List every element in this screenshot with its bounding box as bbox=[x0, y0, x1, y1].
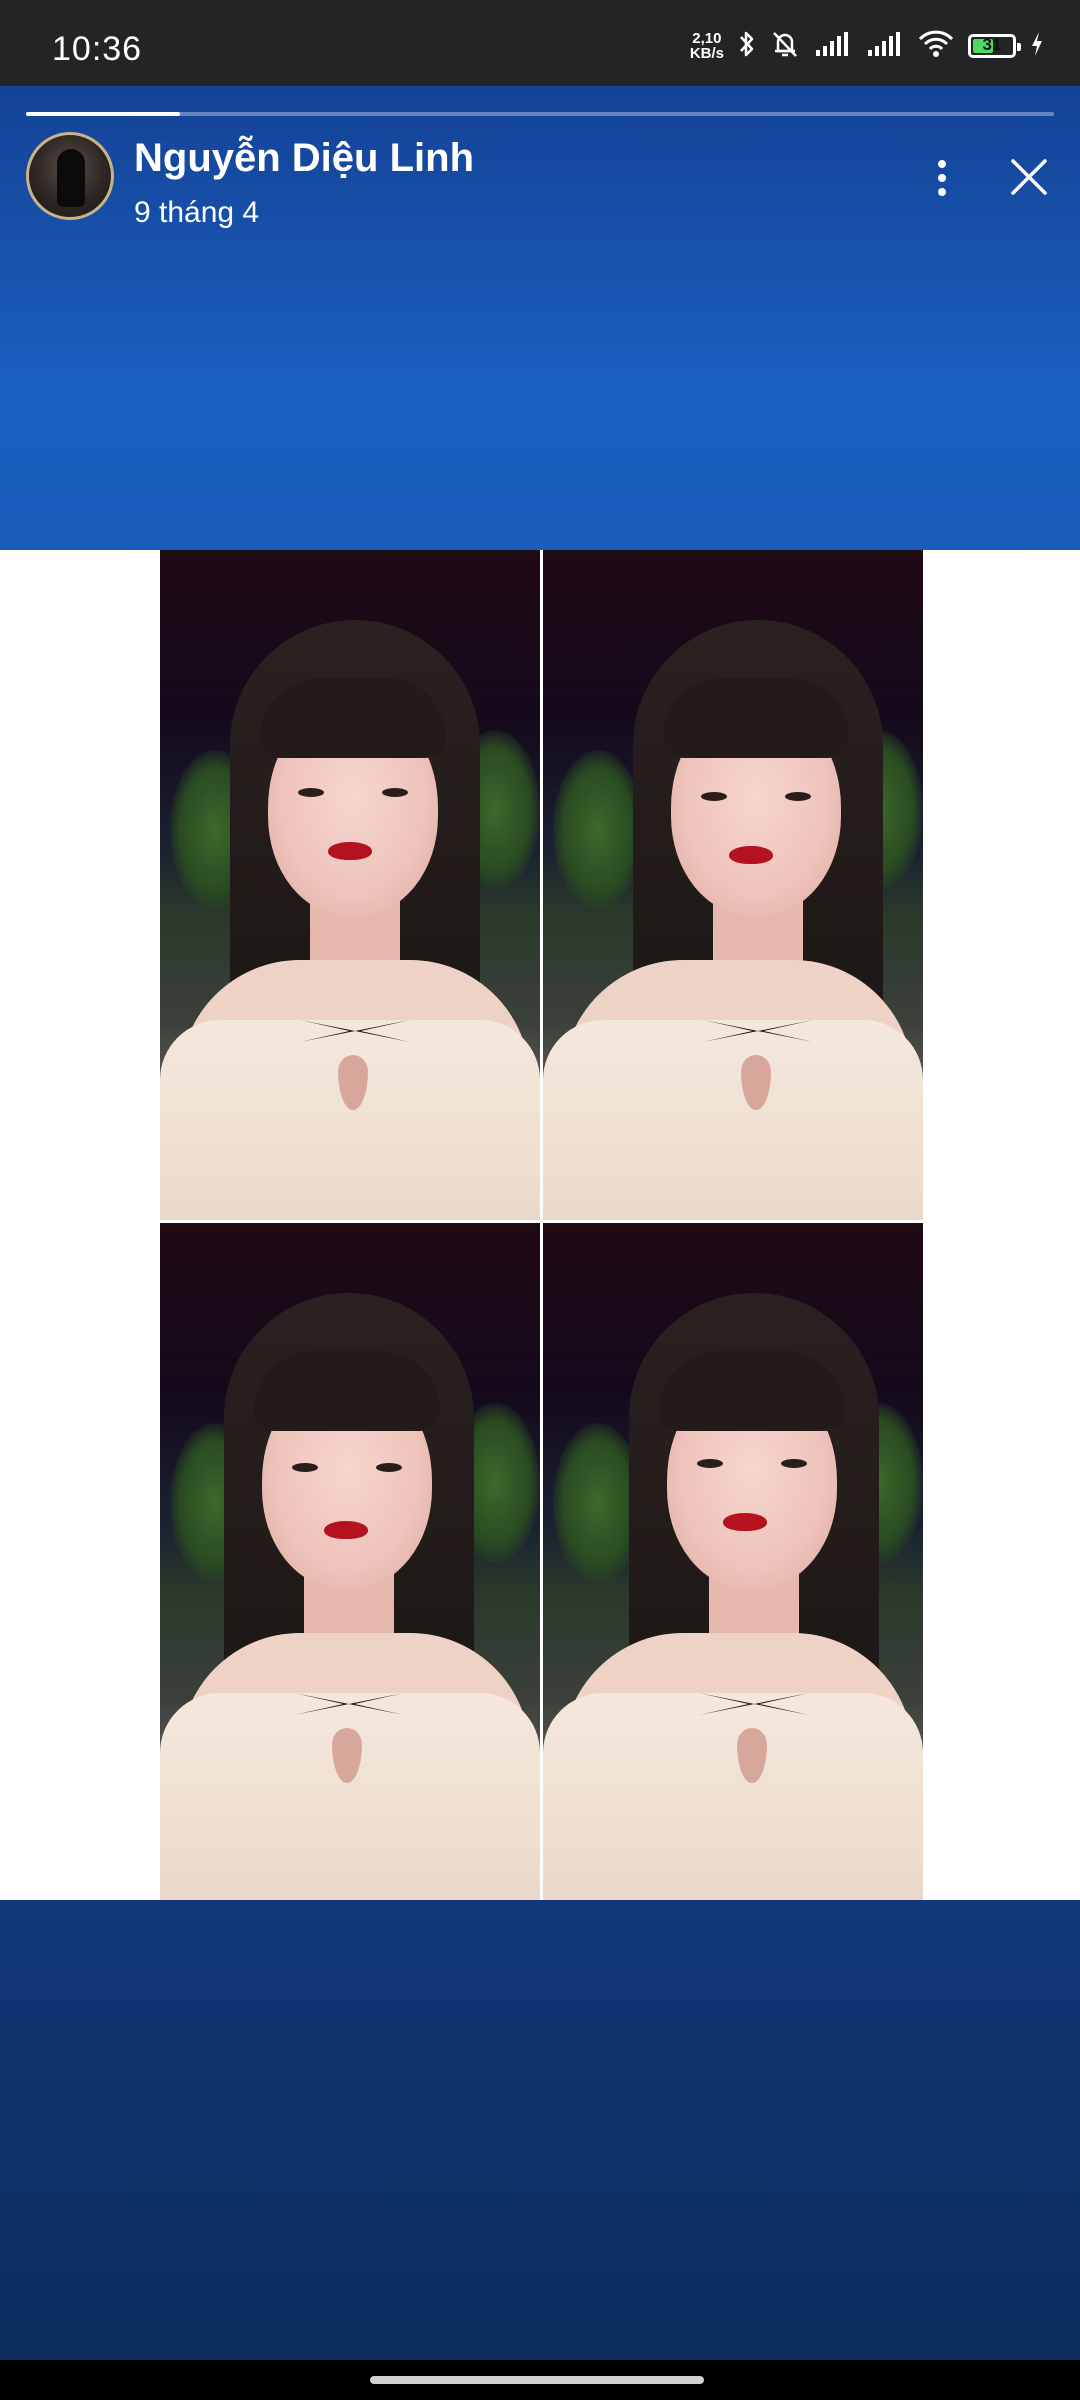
status-bar: 10:36 2,10 KB/s 31 bbox=[0, 0, 1080, 86]
more-vertical-icon bbox=[936, 158, 948, 203]
story-progress-fill bbox=[26, 112, 181, 116]
wifi-icon bbox=[918, 30, 954, 63]
status-icons: 2,10 KB/s 31 bbox=[690, 28, 1044, 64]
avatar-figure bbox=[57, 149, 85, 207]
network-speed-value: 2,10 bbox=[692, 30, 722, 47]
story-photo[interactable] bbox=[0, 550, 1080, 1900]
lips bbox=[729, 846, 773, 864]
battery-level: 31 bbox=[982, 35, 1002, 54]
photo-collage bbox=[160, 550, 923, 1900]
eye-right bbox=[376, 1463, 402, 1472]
eye-left bbox=[298, 788, 324, 797]
lips bbox=[324, 1521, 368, 1539]
user-name[interactable]: Nguyễn Diệu Linh bbox=[134, 136, 474, 181]
close-icon bbox=[1009, 157, 1049, 202]
more-options-button[interactable] bbox=[920, 150, 964, 210]
close-button[interactable] bbox=[1004, 154, 1054, 204]
bangs bbox=[663, 678, 849, 758]
bangs bbox=[260, 678, 446, 758]
battery-cap bbox=[1017, 43, 1021, 51]
silent-bell-icon bbox=[770, 29, 800, 64]
lips bbox=[328, 842, 372, 860]
dress bbox=[160, 1693, 540, 1900]
collage-photo bbox=[543, 1223, 923, 1900]
collage-photo bbox=[160, 550, 540, 1220]
navigation-bar bbox=[0, 2360, 1080, 2400]
network-speed-unit: KB/s bbox=[689, 45, 724, 62]
network-speed: 2,10 KB/s bbox=[690, 31, 724, 61]
signal-icon bbox=[866, 30, 904, 63]
story-progress-track bbox=[26, 112, 1054, 116]
foliage-left bbox=[553, 750, 643, 910]
charging-icon bbox=[1030, 31, 1044, 62]
eye-left bbox=[292, 1463, 318, 1472]
signal-icon bbox=[814, 30, 852, 63]
eye-right bbox=[781, 1459, 807, 1468]
story-viewer: 10:36 2,10 KB/s 31 Nguyễn Diệu Linh 9 th… bbox=[0, 0, 1080, 2400]
collage-photo bbox=[160, 1223, 540, 1900]
bangs bbox=[659, 1351, 845, 1431]
dress bbox=[543, 1693, 923, 1900]
avatar[interactable] bbox=[26, 132, 114, 220]
eye-right bbox=[785, 792, 811, 801]
bluetooth-icon bbox=[738, 29, 756, 64]
eye-left bbox=[697, 1459, 723, 1468]
eye-left bbox=[701, 792, 727, 801]
home-indicator[interactable] bbox=[370, 2376, 704, 2384]
collage-photo bbox=[543, 550, 923, 1220]
eye-right bbox=[382, 788, 408, 797]
dress bbox=[543, 1020, 923, 1220]
bangs bbox=[254, 1351, 440, 1431]
post-date: 9 tháng 4 bbox=[134, 196, 260, 229]
battery-icon: 31 bbox=[968, 34, 1021, 58]
status-time: 10:36 bbox=[52, 30, 143, 68]
dress bbox=[160, 1020, 540, 1220]
lips bbox=[723, 1513, 767, 1531]
